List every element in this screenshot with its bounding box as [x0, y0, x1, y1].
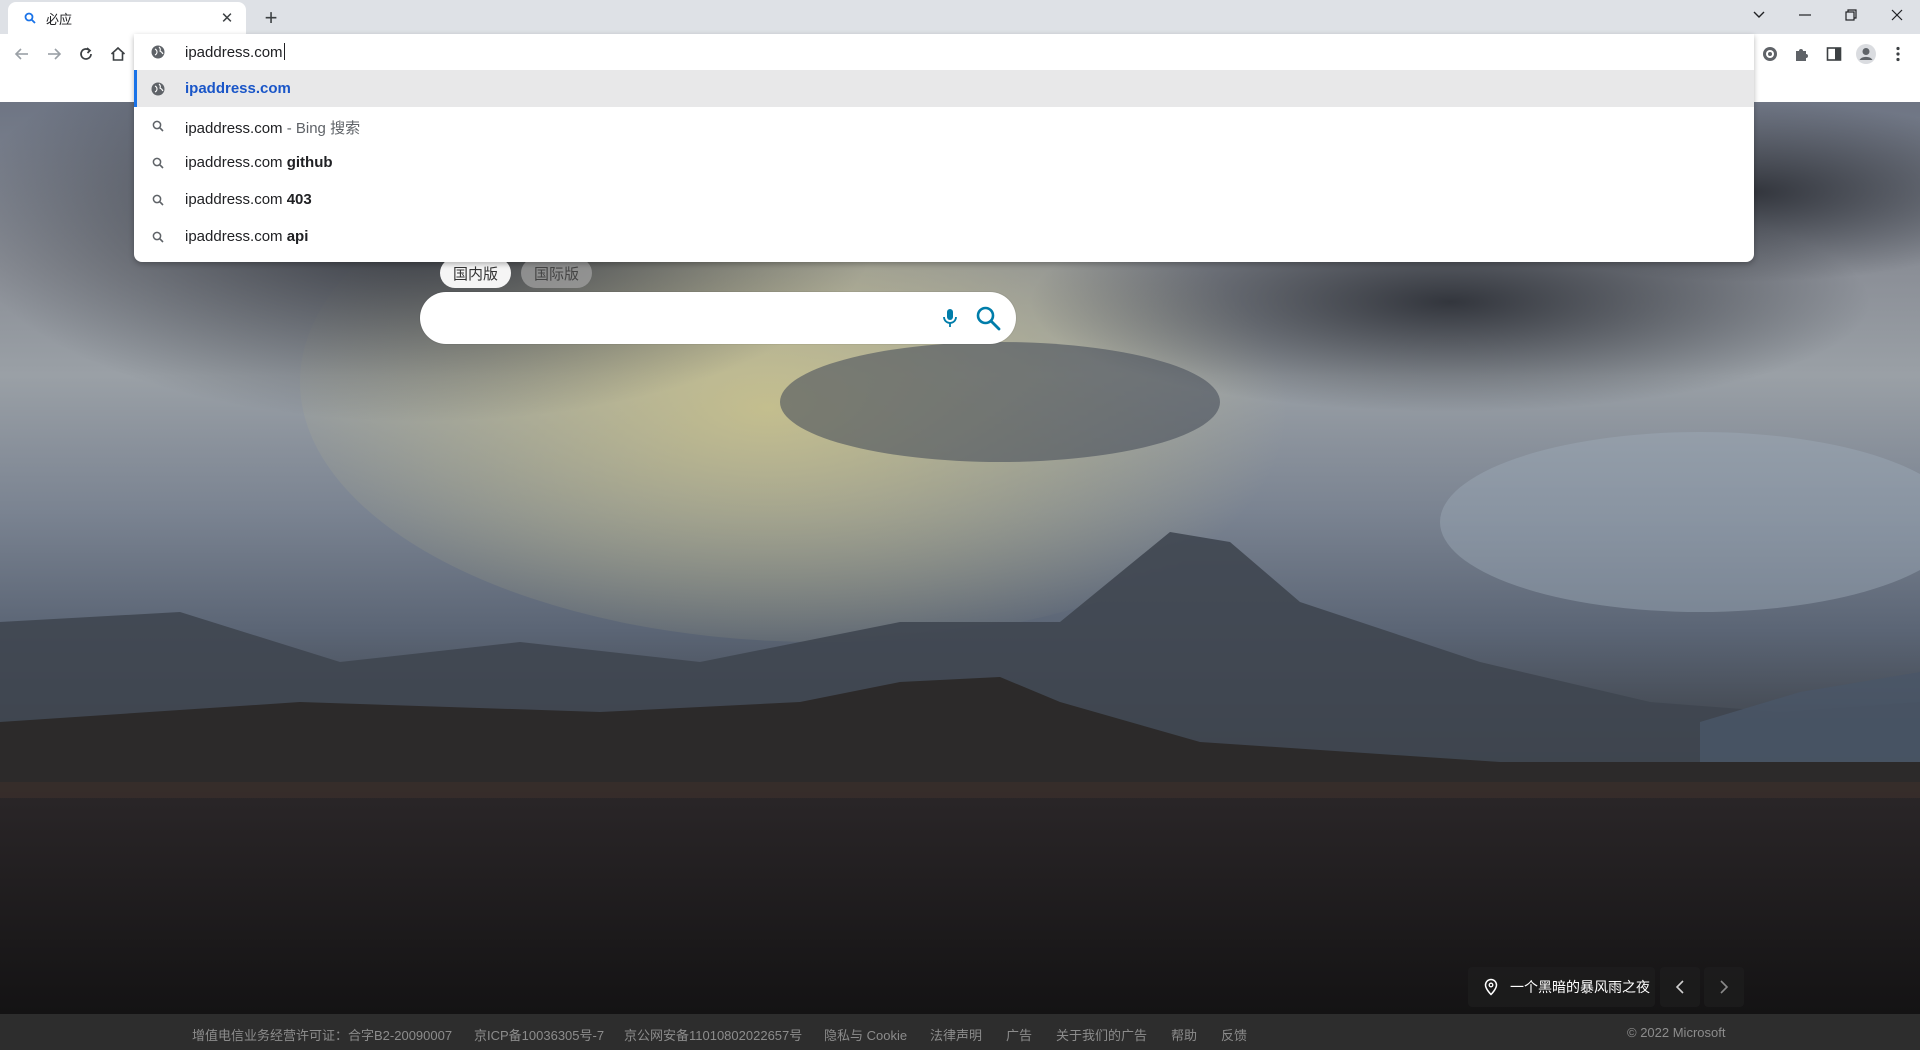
- footer-privacy-link[interactable]: 隐私与 Cookie: [824, 1025, 907, 1044]
- forward-icon[interactable]: [40, 40, 68, 68]
- minimize-button[interactable]: [1782, 0, 1828, 30]
- microphone-icon[interactable]: [938, 306, 962, 330]
- chevron-right-icon: [1720, 980, 1729, 994]
- profile-avatar-icon[interactable]: [1852, 40, 1880, 68]
- reload-icon[interactable]: [72, 40, 100, 68]
- suggestion-row[interactable]: ipaddress.com api: [134, 218, 1754, 255]
- suggestion-row[interactable]: ipaddress.com 403: [134, 181, 1754, 218]
- suggestion-text: ipaddress.com github: [185, 154, 333, 171]
- globe-icon: [150, 44, 166, 65]
- search-icon: [150, 118, 166, 134]
- footer-about-ads-link[interactable]: 关于我们的广告: [1056, 1025, 1147, 1044]
- tab-international[interactable]: 国际版: [521, 258, 593, 288]
- footer-feedback-link[interactable]: 反馈: [1221, 1025, 1247, 1044]
- search-icon: [150, 155, 166, 171]
- search-icon: [150, 229, 166, 245]
- bing-search-box[interactable]: [420, 292, 1016, 344]
- suggestion-row[interactable]: ipaddress.com: [134, 70, 1754, 107]
- extensions-puzzle-icon[interactable]: [1788, 40, 1816, 68]
- footer-icp[interactable]: 京ICP备10036305号-7: [474, 1025, 604, 1044]
- suggestion-text: ipaddress.com 403: [185, 191, 312, 208]
- suggestion-row[interactable]: ipaddress.com github: [134, 144, 1754, 181]
- next-image-button[interactable]: [1704, 967, 1744, 1007]
- tab-strip: 必应 ✕ +: [0, 0, 1920, 34]
- footer-legal-link[interactable]: 法律声明: [930, 1025, 982, 1044]
- tab-close-icon[interactable]: ✕: [216, 7, 238, 29]
- footer-copyright: © 2022 Microsoft: [1627, 1025, 1726, 1040]
- search-icon: [22, 10, 38, 26]
- suggestion-text: ipaddress.com - Bing 搜索: [185, 120, 361, 137]
- prev-image-button[interactable]: [1660, 967, 1700, 1007]
- globe-icon: [150, 81, 166, 97]
- search-icon[interactable]: [974, 304, 1002, 332]
- suggestion-text: ipaddress.com: [185, 80, 291, 97]
- tab-title: 必应: [46, 11, 73, 27]
- suggestion-row[interactable]: ipaddress.com - Bing 搜索: [134, 107, 1754, 144]
- image-info-button[interactable]: 一个黑暗的暴风雨之夜: [1468, 967, 1655, 1007]
- suggestion-text: ipaddress.com api: [185, 228, 309, 245]
- search-input[interactable]: [442, 304, 926, 334]
- footer-police[interactable]: 京公网安备11010802022657号: [624, 1025, 802, 1044]
- omnibox-input[interactable]: ipaddress.com: [185, 43, 285, 61]
- footer-help-link[interactable]: 帮助: [1171, 1025, 1197, 1044]
- footer-ads-link[interactable]: 广告: [1006, 1025, 1032, 1044]
- omnibox[interactable]: ipaddress.com: [134, 34, 1754, 70]
- footer-license[interactable]: 增值电信业务经营许可证：合字B2-20090007: [192, 1025, 452, 1044]
- tab-domestic[interactable]: 国内版: [440, 258, 512, 288]
- new-tab-button[interactable]: +: [258, 5, 284, 31]
- home-icon[interactable]: [104, 40, 132, 68]
- chevron-left-icon: [1675, 980, 1684, 994]
- extension-icon[interactable]: [1756, 40, 1784, 68]
- back-icon[interactable]: [8, 40, 36, 68]
- browser-tab[interactable]: 必应 ✕: [8, 2, 246, 34]
- search-icon: [150, 192, 166, 208]
- omnibox-popup: ipaddress.com ipaddress.com ipaddress.co…: [134, 34, 1754, 262]
- close-window-button[interactable]: [1874, 0, 1920, 30]
- side-panel-icon[interactable]: [1820, 40, 1848, 68]
- restore-button[interactable]: [1828, 0, 1874, 30]
- text-caret: [283, 43, 285, 60]
- menu-icon[interactable]: [1884, 40, 1912, 68]
- tab-search-icon[interactable]: [1736, 0, 1782, 30]
- location-pin-icon: [1482, 978, 1500, 996]
- image-title: 一个黑暗的暴风雨之夜: [1510, 979, 1650, 995]
- page-footer: 增值电信业务经营许可证：合字B2-20090007 京ICP备10036305号…: [0, 1014, 1920, 1050]
